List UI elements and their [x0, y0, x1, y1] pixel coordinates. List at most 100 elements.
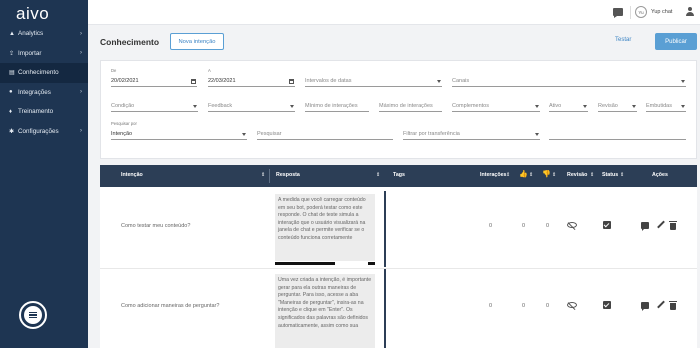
sort-icon[interactable]: ⇕	[529, 172, 533, 178]
search-by-label: Pesquisar por	[111, 121, 137, 126]
transfer-filter-placeholder: Filtrar por transferência	[403, 131, 460, 137]
avatar[interactable]: Yu	[635, 6, 647, 18]
sidebar-item-label: Importar	[18, 49, 42, 57]
embedded-select[interactable]: Embutidas	[646, 101, 686, 112]
table-header: Intenção ⇕ Resposta ⇕ Tags Interações ⇕ …	[100, 165, 697, 187]
message-icon[interactable]	[613, 8, 623, 18]
chevron-down-icon	[193, 105, 197, 108]
active-select[interactable]: Ativo	[549, 101, 588, 112]
sidebar-item-label: Conhecimento	[18, 69, 59, 77]
publish-button[interactable]: Publicar	[655, 33, 697, 50]
calendar-icon[interactable]	[191, 79, 196, 84]
col-response[interactable]: Resposta	[276, 172, 300, 178]
chevron-right-icon: ›	[80, 89, 82, 96]
date-from-value: 20/02/2021	[111, 78, 139, 84]
eye-off-icon[interactable]	[567, 222, 577, 228]
sidebar-item-label: Integrações	[18, 88, 51, 96]
interactions-count: 0	[489, 303, 493, 309]
sidebar-item-integracoes[interactable]: ● Integrações ›	[0, 83, 88, 103]
test-button[interactable]: Testar	[615, 37, 631, 43]
search-input[interactable]: Pesquisar	[257, 129, 393, 140]
sidebar-item-label: Analytics	[18, 30, 44, 38]
tags-cell[interactable]	[384, 269, 386, 348]
sidebar-item-importar[interactable]: ⇪ Importar ›	[0, 44, 88, 64]
new-intent-button[interactable]: Nova intenção	[170, 33, 224, 50]
chart-icon: ▲	[9, 30, 15, 37]
col-tags: Tags	[393, 172, 405, 178]
chevron-down-icon	[290, 105, 294, 108]
chat-icon[interactable]	[641, 222, 649, 231]
transfer-filter-select[interactable]: Filtrar por transferência	[403, 129, 540, 140]
chevron-down-icon	[437, 80, 441, 83]
col-status[interactable]: Status	[602, 172, 618, 178]
response-text: A medida que você carregar conteúdo em s…	[275, 194, 375, 261]
sort-icon[interactable]: ⇕	[376, 172, 380, 178]
channels-select[interactable]: Canais	[452, 76, 686, 87]
extra-filter-field[interactable]	[549, 129, 686, 140]
intent-text[interactable]: Como adicionar maneiras de perguntar?	[121, 303, 219, 309]
status-checkbox[interactable]	[603, 301, 611, 309]
sort-icon[interactable]: ⇕	[620, 172, 624, 178]
review-select[interactable]: Revisão	[598, 101, 637, 112]
sidebar: aivo ▲ Analytics › ⇪ Importar › ▤ Conhec…	[0, 0, 88, 348]
col-intent[interactable]: Intenção	[121, 172, 143, 178]
sort-icon[interactable]: ⇕	[590, 172, 594, 178]
edit-icon[interactable]	[657, 220, 665, 229]
sort-icon[interactable]: ⇕	[506, 172, 510, 178]
divider	[630, 6, 631, 19]
dislikes-count: 0	[546, 303, 550, 309]
sidebar-item-configuracoes[interactable]: ✱ Configurações ›	[0, 122, 88, 142]
user-name[interactable]: Yup chat	[651, 9, 672, 15]
chevron-right-icon: ›	[80, 30, 82, 37]
max-interactions-input[interactable]: Máximo de interações	[379, 101, 442, 112]
aivo-logo[interactable]: aivo	[16, 4, 49, 24]
sort-icon[interactable]: ⇕	[552, 172, 556, 178]
thumbs-up-icon[interactable]: 👍	[519, 170, 528, 178]
condition-select[interactable]: Condição	[111, 101, 198, 112]
delete-icon[interactable]	[669, 221, 677, 230]
chat-icon: ●	[9, 89, 13, 96]
dislikes-count: 0	[546, 223, 550, 229]
tags-cell[interactable]	[384, 191, 386, 267]
min-interactions-input[interactable]: Mínimo de interações	[305, 101, 369, 112]
thumbs-down-icon[interactable]: 👎	[542, 170, 551, 178]
complements-select[interactable]: Complementos	[452, 101, 540, 112]
status-checkbox[interactable]	[603, 221, 611, 229]
delete-icon[interactable]	[669, 301, 677, 310]
scroll-indicator	[275, 262, 335, 265]
chevron-down-icon	[681, 105, 685, 108]
condition-placeholder: Condição	[111, 103, 135, 109]
eye-off-icon[interactable]	[567, 302, 577, 308]
date-to-field[interactable]: A 22/03/2021	[208, 68, 295, 87]
date-to-value: 22/03/2021	[208, 78, 236, 84]
date-from-field[interactable]: De 20/02/2021	[111, 68, 197, 87]
col-interactions[interactable]: Interações	[480, 172, 507, 178]
sort-icon[interactable]: ⇕	[261, 172, 265, 178]
chevron-right-icon: ›	[80, 50, 82, 57]
column-divider	[269, 169, 270, 183]
col-review[interactable]: Revisão	[567, 172, 587, 178]
feedback-placeholder: Feedback	[208, 103, 233, 109]
review-placeholder: Revisão	[598, 103, 618, 109]
response-text: Uma vez criada a intenção, é importante …	[275, 274, 375, 348]
search-by-select[interactable]: Pesquisar por Intenção	[111, 121, 247, 140]
calendar-icon[interactable]	[289, 79, 294, 84]
user-icon[interactable]	[686, 7, 694, 17]
chat-icon[interactable]	[641, 302, 649, 311]
embedded-placeholder: Embutidas	[646, 103, 672, 109]
search-placeholder: Pesquisar	[257, 131, 282, 137]
search-by-value: Intenção	[111, 131, 133, 137]
chat-launcher-button[interactable]	[19, 301, 47, 329]
upload-icon: ⇪	[9, 50, 15, 57]
gear-icon: ✱	[9, 128, 15, 135]
date-ranges-select[interactable]: Intervalos de datas	[305, 76, 442, 87]
edit-icon[interactable]	[657, 300, 665, 309]
feedback-select[interactable]: Feedback	[208, 101, 295, 112]
chevron-down-icon	[535, 133, 539, 136]
book-icon: ▤	[9, 70, 15, 77]
sidebar-item-treinamento[interactable]: ♦ Treinamento	[0, 102, 88, 122]
sidebar-item-analytics[interactable]: ▲ Analytics ›	[0, 24, 88, 44]
chevron-down-icon	[681, 80, 685, 83]
intent-text[interactable]: Como testar meu conteúdo?	[121, 223, 190, 229]
sidebar-item-conhecimento[interactable]: ▤ Conhecimento	[0, 63, 88, 83]
